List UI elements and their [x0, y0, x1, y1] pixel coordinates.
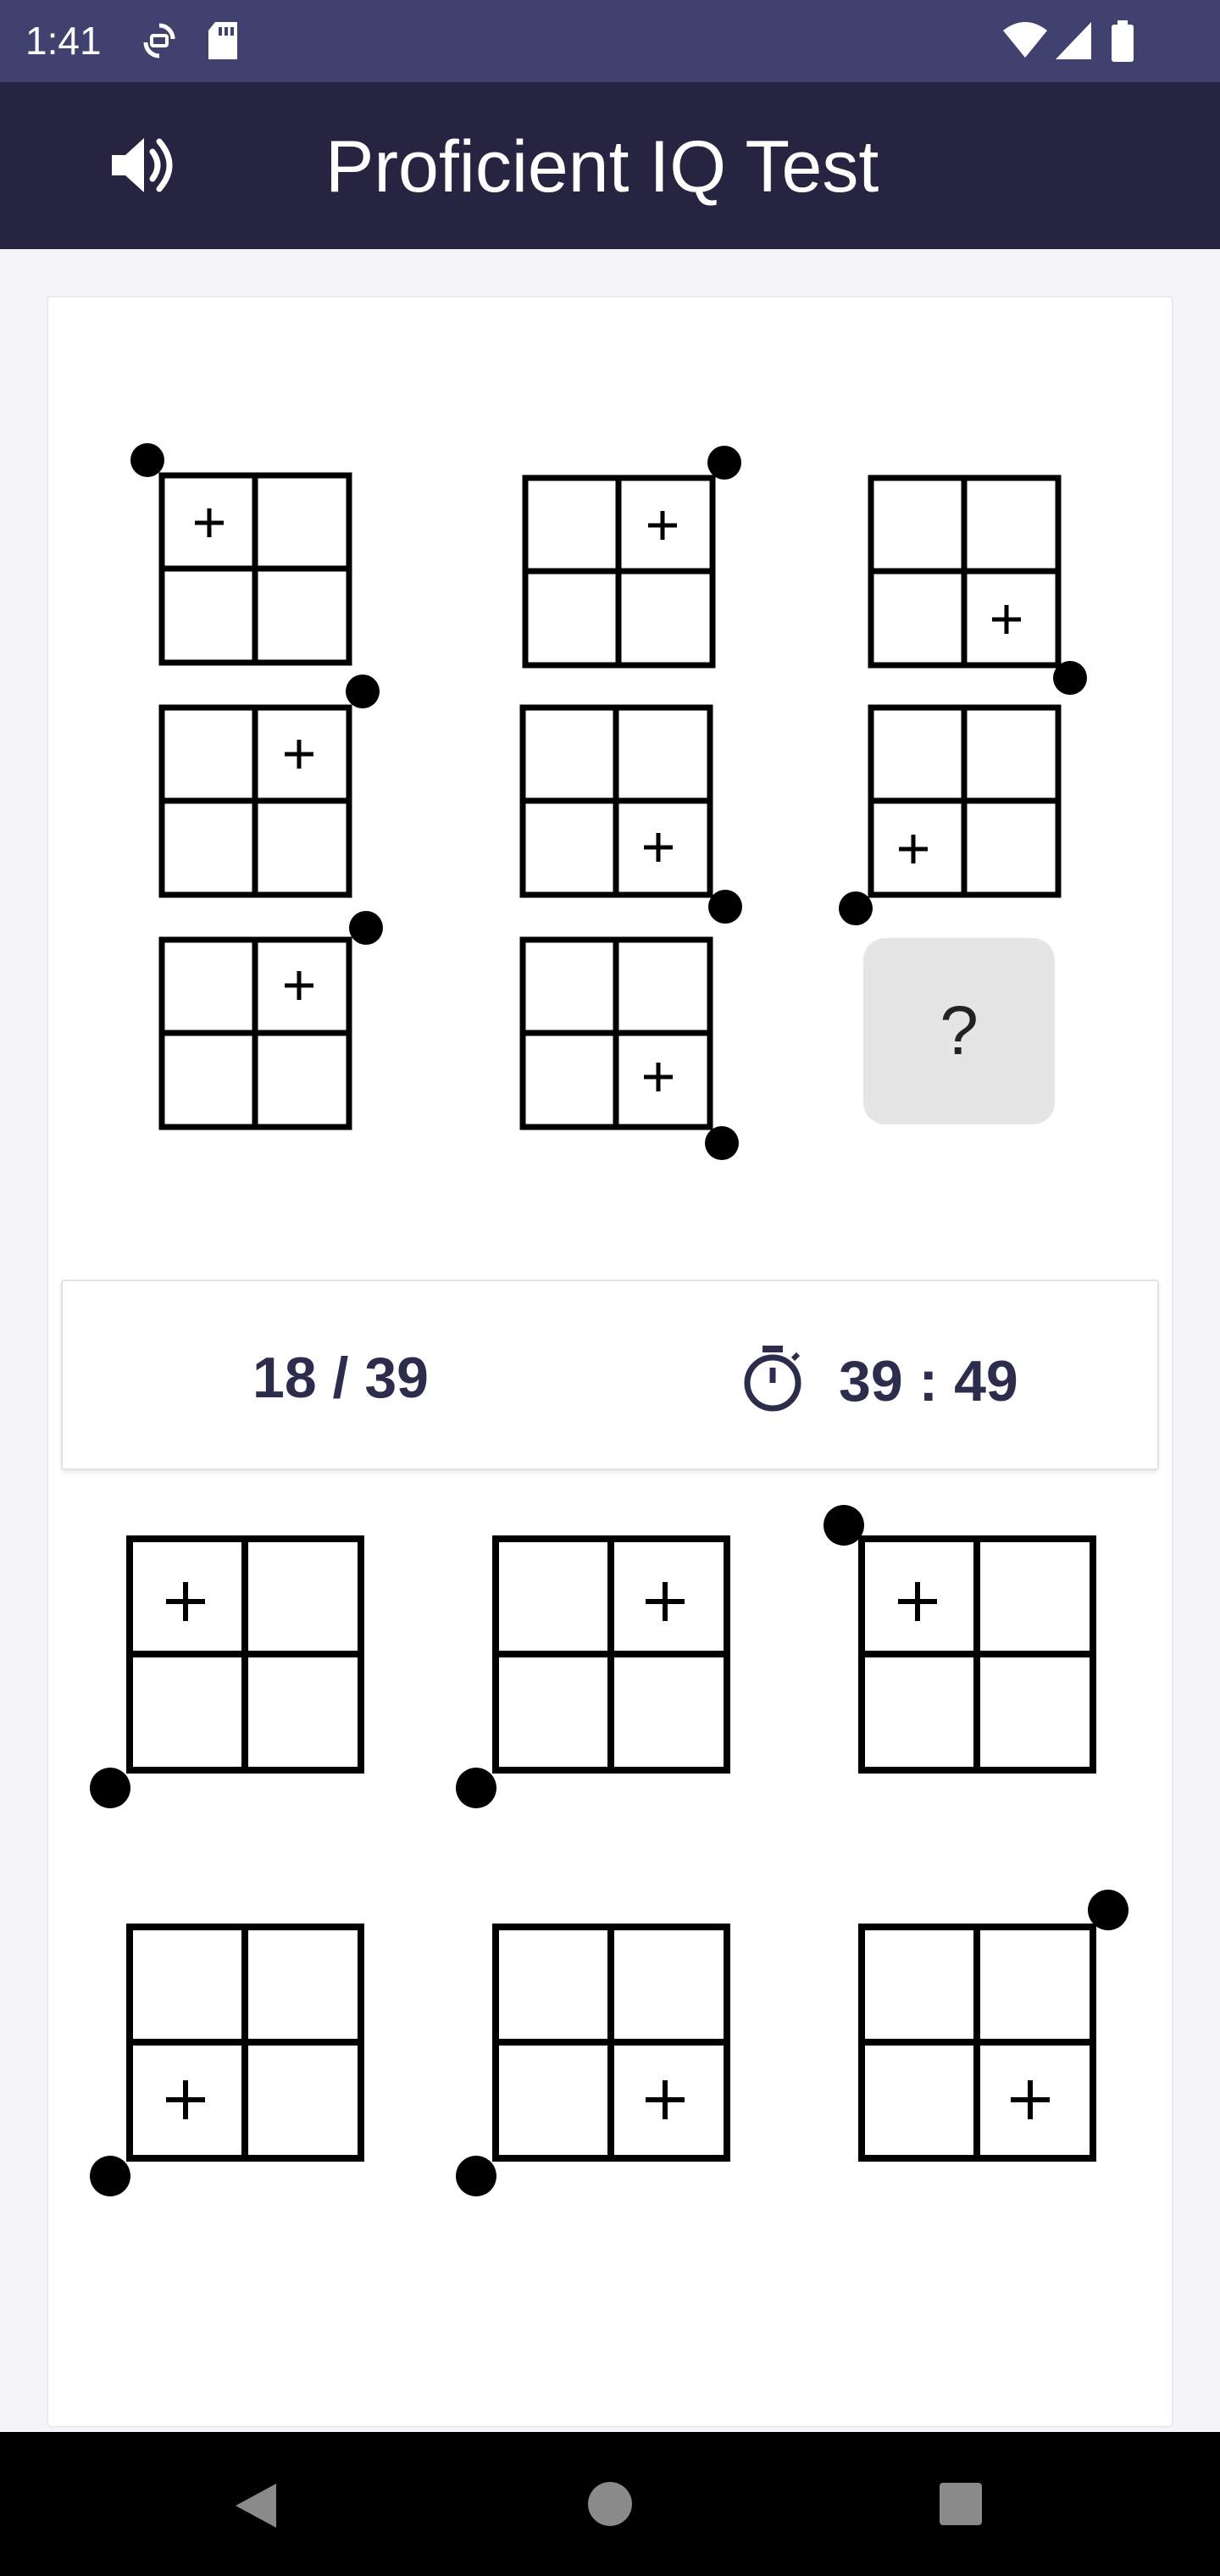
answer-option-4[interactable] — [85, 1913, 373, 2201]
volume-icon[interactable] — [107, 131, 183, 199]
answer-option-2[interactable] — [451, 1525, 739, 1813]
stopwatch-icon — [744, 1346, 801, 1412]
home-icon[interactable] — [585, 2479, 635, 2529]
recents-icon[interactable] — [937, 2480, 984, 2528]
answer-option-3[interactable] — [818, 1500, 1106, 1788]
sd-card-icon — [208, 22, 237, 59]
status-bar: 1:41 — [0, 0, 1220, 82]
system-nav-bar — [0, 2432, 1220, 2576]
question-mark: ? — [940, 992, 979, 1069]
sync-icon — [143, 23, 175, 58]
app-bar: Proficient IQ Test — [0, 82, 1220, 249]
answer-option-6[interactable] — [818, 1879, 1135, 2168]
countdown-timer: 39 : 49 — [839, 1349, 1018, 1413]
info-bar: 18 / 39 39 : 49 — [61, 1280, 1159, 1470]
answer-option-5[interactable] — [451, 1913, 739, 2201]
wifi-icon — [1003, 22, 1047, 58]
status-time: 1:41 — [25, 19, 102, 63]
battery-icon — [1112, 20, 1134, 62]
question-progress: 18 / 39 — [252, 1346, 429, 1410]
app-title: Proficient IQ Test — [325, 126, 879, 208]
answer-option-1[interactable] — [85, 1525, 373, 1813]
back-icon[interactable] — [229, 2479, 283, 2533]
missing-cell-question: ? — [863, 938, 1055, 1124]
signal-icon — [1056, 22, 1091, 59]
